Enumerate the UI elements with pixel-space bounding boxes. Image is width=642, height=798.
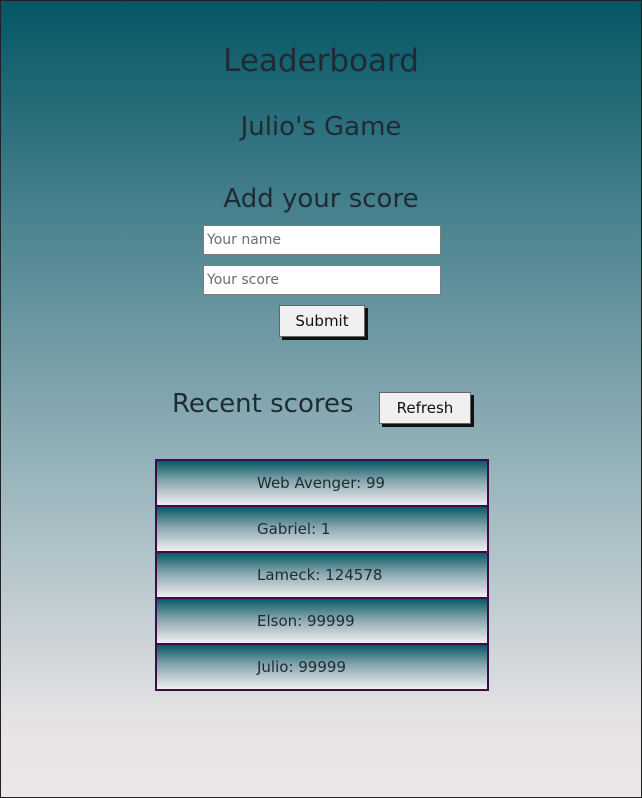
game-name: Julio's Game: [240, 112, 402, 142]
recent-scores-heading: Recent scores: [172, 389, 354, 419]
score-input[interactable]: [203, 265, 441, 295]
leaderboard-page: Leaderboard Julio's Game Add your score …: [0, 0, 642, 798]
score-list-item: Gabriel: 1: [155, 505, 489, 553]
submit-button[interactable]: Submit: [279, 305, 365, 337]
add-score-heading: Add your score: [223, 184, 419, 214]
refresh-button[interactable]: Refresh: [379, 392, 471, 424]
score-list-item: Lameck: 124578: [155, 551, 489, 599]
name-input[interactable]: [203, 225, 441, 255]
score-list-item: Web Avenger: 99: [155, 459, 489, 507]
score-list-item: Julio: 99999: [155, 643, 489, 691]
page-title: Leaderboard: [223, 43, 419, 79]
score-list-item: Elson: 99999: [155, 597, 489, 645]
scores-list: Web Avenger: 99 Gabriel: 1 Lameck: 12457…: [155, 459, 489, 691]
